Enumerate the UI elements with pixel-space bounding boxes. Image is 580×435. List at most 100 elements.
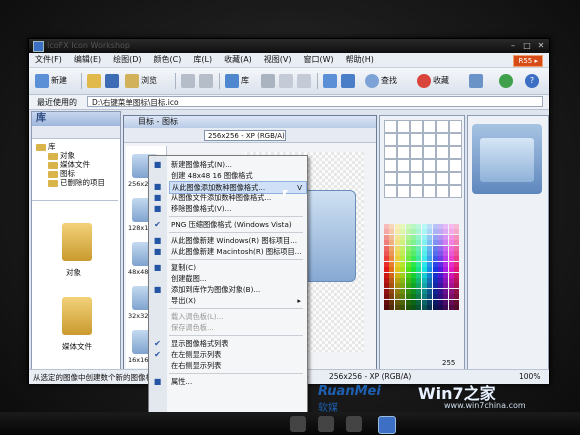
palette-swatch[interactable]	[443, 229, 449, 235]
taskbar-icofx-icon[interactable]	[378, 416, 396, 434]
drawing-tool-button[interactable]	[397, 159, 410, 172]
palette-swatch[interactable]	[389, 261, 395, 267]
palette-swatch[interactable]	[411, 229, 416, 235]
drawing-tool-button[interactable]	[384, 159, 397, 172]
palette-swatch[interactable]	[427, 245, 433, 251]
palette-swatch[interactable]	[405, 294, 411, 300]
drawing-tool-button[interactable]	[384, 172, 397, 185]
palette-swatch[interactable]	[427, 305, 433, 310]
palette-swatch[interactable]	[421, 261, 427, 267]
palette-swatch[interactable]	[438, 299, 443, 305]
copy-button[interactable]	[279, 72, 295, 90]
palette-swatch[interactable]	[384, 294, 389, 300]
context-menu-item[interactable]: 创建 48x48 16 图像格式	[169, 170, 305, 181]
palette-swatch[interactable]	[432, 294, 438, 300]
palette-swatch[interactable]	[448, 305, 454, 310]
palette-swatch[interactable]	[443, 240, 449, 246]
palette-swatch[interactable]	[427, 224, 433, 229]
palette-swatch[interactable]	[427, 229, 433, 235]
palette-swatch[interactable]	[432, 261, 438, 267]
context-menu-item[interactable]: 显示图像格式列表	[169, 338, 305, 349]
drawing-tool-button[interactable]	[384, 185, 397, 198]
palette-swatch[interactable]	[394, 261, 400, 267]
palette-swatch[interactable]	[421, 272, 427, 278]
palette-swatch[interactable]	[454, 224, 460, 229]
palette-swatch[interactable]	[454, 251, 460, 256]
palette-swatch[interactable]	[454, 240, 460, 246]
palette-swatch[interactable]	[421, 283, 427, 289]
palette-swatch[interactable]	[432, 288, 438, 294]
palette-swatch[interactable]	[443, 288, 449, 294]
context-menu-item[interactable]: 从此图像新建 Macintosh(R) 图标项目...	[169, 246, 305, 257]
palette-swatch[interactable]	[394, 283, 400, 289]
palette-swatch[interactable]	[448, 256, 454, 262]
palette-swatch[interactable]	[443, 305, 449, 310]
palette-swatch[interactable]	[427, 299, 433, 305]
palette-swatch[interactable]	[400, 245, 406, 251]
palette-swatch[interactable]	[448, 261, 454, 267]
palette-swatch[interactable]	[405, 240, 411, 246]
palette-swatch[interactable]	[427, 234, 433, 240]
palette-swatch[interactable]	[421, 256, 427, 262]
palette-swatch[interactable]	[454, 305, 460, 310]
taskbar-app-icon[interactable]	[318, 416, 334, 432]
palette-swatch[interactable]	[405, 288, 411, 294]
palette-swatch[interactable]	[384, 234, 389, 240]
drawing-tool-button[interactable]	[423, 146, 436, 159]
drawing-tool-button[interactable]	[436, 185, 449, 198]
palette-swatch[interactable]	[411, 267, 416, 273]
palette-swatch[interactable]	[448, 267, 454, 273]
drawing-tool-button[interactable]	[436, 172, 449, 185]
cut-button[interactable]	[261, 72, 277, 90]
palette-swatch[interactable]	[389, 234, 395, 240]
palette-swatch[interactable]	[454, 229, 460, 235]
palette-swatch[interactable]	[400, 294, 406, 300]
tree-item[interactable]: 媒体文件	[36, 160, 116, 169]
palette-swatch[interactable]	[443, 272, 449, 278]
palette-swatch[interactable]	[438, 294, 443, 300]
palette-swatch[interactable]	[421, 299, 427, 305]
context-menu-item[interactable]: 移除图像格式(V)...	[169, 203, 305, 214]
palette-swatch[interactable]	[389, 299, 395, 305]
drawing-tool-button[interactable]	[397, 133, 410, 146]
paste-button[interactable]	[297, 72, 313, 90]
palette-swatch[interactable]	[432, 240, 438, 246]
menu-item[interactable]: 视图(V)	[258, 53, 298, 67]
palette-swatch[interactable]	[400, 251, 406, 256]
palette-swatch[interactable]	[389, 294, 395, 300]
palette-swatch[interactable]	[411, 251, 416, 256]
image-button[interactable]	[323, 72, 339, 90]
palette-swatch[interactable]	[384, 299, 389, 305]
palette-swatch[interactable]	[389, 278, 395, 283]
palette-swatch[interactable]	[438, 278, 443, 283]
image-format-select[interactable]: 256x256 - XP (RGB/A)	[204, 130, 286, 141]
palette-swatch[interactable]	[405, 278, 411, 283]
palette-swatch[interactable]	[421, 288, 427, 294]
tree-item[interactable]: 库	[36, 142, 116, 151]
palette-swatch[interactable]	[416, 256, 422, 262]
new-button[interactable]: 新建	[35, 72, 67, 90]
palette-swatch[interactable]	[438, 234, 443, 240]
palette-swatch[interactable]	[405, 267, 411, 273]
palette-swatch[interactable]	[405, 299, 411, 305]
palette-swatch[interactable]	[416, 245, 422, 251]
palette-swatch[interactable]	[416, 278, 422, 283]
drawing-tool-button[interactable]	[436, 120, 449, 133]
palette-swatch[interactable]	[432, 256, 438, 262]
palette-swatch[interactable]	[448, 288, 454, 294]
menu-item[interactable]: 绘图(D)	[107, 53, 147, 67]
palette-swatch[interactable]	[416, 283, 422, 289]
palette-swatch[interactable]	[405, 272, 411, 278]
palette-swatch[interactable]	[438, 245, 443, 251]
palette-swatch[interactable]	[438, 272, 443, 278]
drawing-tool-button[interactable]	[410, 185, 423, 198]
palette-swatch[interactable]	[438, 267, 443, 273]
palette-swatch[interactable]	[427, 278, 433, 283]
palette-swatch[interactable]	[400, 256, 406, 262]
drawing-tool-button[interactable]	[423, 172, 436, 185]
palette-swatch[interactable]	[432, 299, 438, 305]
palette-swatch[interactable]	[389, 229, 395, 235]
palette-swatch[interactable]	[400, 234, 406, 240]
palette-swatch[interactable]	[394, 267, 400, 273]
palette-swatch[interactable]	[421, 251, 427, 256]
